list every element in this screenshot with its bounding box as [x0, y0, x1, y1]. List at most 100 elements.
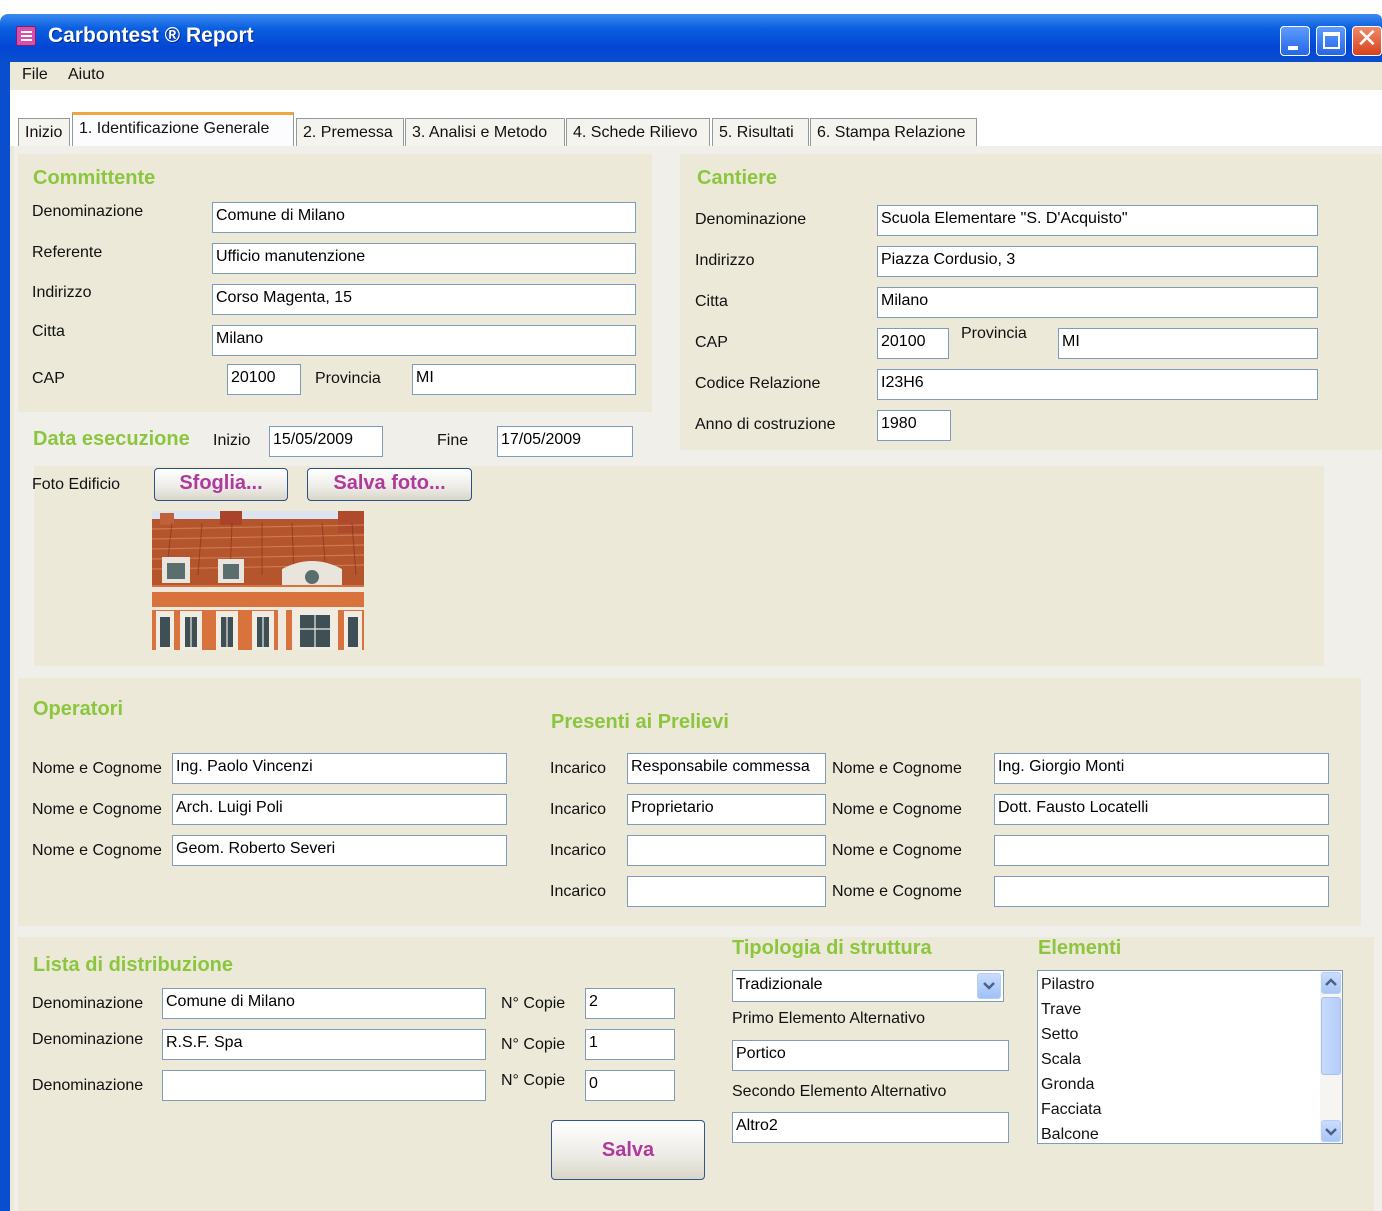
cantiere-title: Cantiere [697, 167, 778, 189]
copie-3-field[interactable]: 0 [585, 1070, 675, 1101]
secondo-elemento-label: Secondo Elemento Alternativo [732, 1083, 947, 1100]
presente-nome-label: Nome e Cognome [832, 842, 962, 859]
presente-nome-label: Nome e Cognome [832, 801, 962, 818]
anno-costruzione-field[interactable]: 1980 [877, 410, 951, 441]
copie-label: N° Copie [501, 1036, 566, 1053]
sfoglia-button[interactable]: Sfoglia... [154, 468, 288, 501]
committente-indirizzo-field[interactable]: Corso Magenta, 15 [212, 284, 636, 315]
maximize-icon[interactable] [1316, 26, 1346, 56]
data-fine-field[interactable]: 17/05/2009 [497, 426, 633, 457]
list-item[interactable]: Trave [1041, 1001, 1081, 1019]
list-item[interactable]: Gronda [1041, 1076, 1094, 1094]
cantiere-provincia-label: Provincia [961, 325, 1027, 342]
anno-costruzione-label: Anno di costruzione [695, 416, 836, 433]
tipologia-select[interactable]: Tradizionale [732, 970, 1004, 1002]
title-bar[interactable]: Carbontest ® Report ✕ [0, 14, 1382, 62]
operatori-title: Operatori [33, 698, 124, 720]
foto-edificio-label: Foto Edificio [32, 476, 121, 493]
operatore-label: Nome e Cognome [32, 760, 162, 777]
incarico-2-field[interactable]: Proprietario [627, 794, 826, 825]
tab-premessa[interactable]: 2. Premessa [296, 118, 404, 146]
tab-stampa-relazione[interactable]: 6. Stampa Relazione [810, 118, 977, 146]
copie-1-field[interactable]: 2 [585, 988, 675, 1019]
salva-foto-button[interactable]: Salva foto... [307, 468, 472, 501]
tab-identificazione-generale[interactable]: 1. Identificazione Generale [72, 112, 294, 148]
cantiere-cap-label: CAP [695, 334, 728, 351]
chevron-down-icon[interactable] [977, 973, 1001, 999]
close-icon[interactable]: ✕ [1352, 24, 1382, 56]
incarico-label: Incarico [550, 801, 607, 818]
cantiere-denominazione-label: Denominazione [695, 211, 807, 228]
minimize-icon[interactable] [1280, 26, 1310, 56]
tab-schede-rilievo[interactable]: 4. Schede Rilievo [566, 118, 710, 146]
presente-nome-label: Nome e Cognome [832, 883, 962, 900]
committente-provincia-field[interactable]: MI [412, 364, 636, 395]
list-item[interactable]: Facciata [1041, 1101, 1101, 1119]
cantiere-indirizzo-field[interactable]: Piazza Cordusio, 3 [877, 246, 1318, 277]
committente-cap-field[interactable]: 20100 [227, 364, 301, 395]
committente-citta-label: Citta [32, 323, 65, 340]
operatore-3-field[interactable]: Geom. Roberto Severi [172, 835, 507, 866]
committente-referente-field[interactable]: Ufficio manutenzione [212, 243, 636, 274]
list-item[interactable]: Pilastro [1041, 976, 1094, 994]
primo-elemento-field[interactable]: Portico [732, 1040, 1009, 1071]
operatore-label: Nome e Cognome [32, 801, 162, 818]
data-inizio-field[interactable]: 15/05/2009 [269, 426, 383, 457]
distribuzione-1-field[interactable]: Comune di Milano [162, 988, 486, 1019]
data-fine-label: Fine [437, 432, 469, 449]
distribuzione-denominazione-label: Denominazione [32, 995, 144, 1012]
salva-button[interactable]: Salva [551, 1120, 705, 1180]
committente-indirizzo-label: Indirizzo [32, 284, 92, 301]
committente-citta-field[interactable]: Milano [212, 325, 636, 356]
presente-2-nome-field[interactable]: Dott. Fausto Locatelli [994, 794, 1329, 825]
menu-aiuto[interactable]: Aiuto [68, 66, 104, 84]
menu-bar: File Aiuto [10, 62, 1382, 90]
committente-denominazione-field[interactable]: Comune di Milano [212, 202, 636, 233]
list-item[interactable]: Setto [1041, 1026, 1078, 1044]
elementi-title: Elementi [1038, 937, 1122, 959]
scroll-up-icon[interactable] [1321, 972, 1341, 994]
elementi-list[interactable]: Pilastro Trave Setto Scala Gronda Faccia… [1037, 970, 1343, 1144]
copie-2-field[interactable]: 1 [585, 1029, 675, 1060]
elementi-scrollbar[interactable] [1320, 971, 1342, 1143]
presenti-title: Presenti ai Prelievi [551, 711, 729, 733]
tab-risultati[interactable]: 5. Risultati [712, 118, 809, 146]
committente-denominazione-label: Denominazione [32, 203, 144, 220]
cantiere-denominazione-field[interactable]: Scuola Elementare "S. D'Acquisto" [877, 205, 1318, 236]
window-title: Carbontest ® Report [48, 24, 254, 47]
presente-1-nome-field[interactable]: Ing. Giorgio Monti [994, 753, 1329, 784]
distribuzione-3-field[interactable] [162, 1070, 486, 1101]
tab-analisi-metodo[interactable]: 3. Analisi e Metodo [405, 118, 565, 146]
list-item[interactable]: Scala [1041, 1051, 1081, 1069]
cantiere-citta-field[interactable]: Milano [877, 287, 1318, 318]
tab-inizio[interactable]: Inizio [18, 118, 70, 146]
copie-label: N° Copie [501, 995, 566, 1012]
presente-3-nome-field[interactable] [994, 835, 1329, 866]
window-border [0, 62, 10, 1211]
scroll-down-icon[interactable] [1321, 1120, 1341, 1142]
app-menu-icon[interactable] [16, 26, 36, 46]
distribuzione-title: Lista di distribuzione [33, 954, 234, 976]
tipologia-selected-value: Tradizionale [736, 976, 823, 993]
operatore-1-field[interactable]: Ing. Paolo Vincenzi [172, 753, 507, 784]
list-item[interactable]: Balcone [1041, 1126, 1099, 1143]
incarico-4-field[interactable] [627, 876, 826, 907]
distribuzione-denominazione-label: Denominazione [32, 1077, 144, 1094]
incarico-label: Incarico [550, 842, 607, 859]
secondo-elemento-field[interactable]: Altro2 [732, 1112, 1009, 1143]
incarico-label: Incarico [550, 760, 607, 777]
incarico-label: Incarico [550, 883, 607, 900]
scrollbar-thumb[interactable] [1321, 997, 1341, 1075]
incarico-3-field[interactable] [627, 835, 826, 866]
distribuzione-2-field[interactable]: R.S.F. Spa [162, 1029, 486, 1060]
codice-relazione-field[interactable]: I23H6 [877, 369, 1318, 400]
menu-file[interactable]: File [22, 66, 48, 84]
incarico-1-field[interactable]: Responsabile commessa [627, 753, 826, 784]
cantiere-provincia-field[interactable]: MI [1058, 328, 1318, 359]
cantiere-cap-field[interactable]: 20100 [877, 328, 949, 359]
operatore-2-field[interactable]: Arch. Luigi Poli [172, 794, 507, 825]
primo-elemento-label: Primo Elemento Alternativo [732, 1010, 925, 1027]
committente-referente-label: Referente [32, 244, 103, 261]
presente-4-nome-field[interactable] [994, 876, 1329, 907]
codice-relazione-label: Codice Relazione [695, 375, 821, 392]
